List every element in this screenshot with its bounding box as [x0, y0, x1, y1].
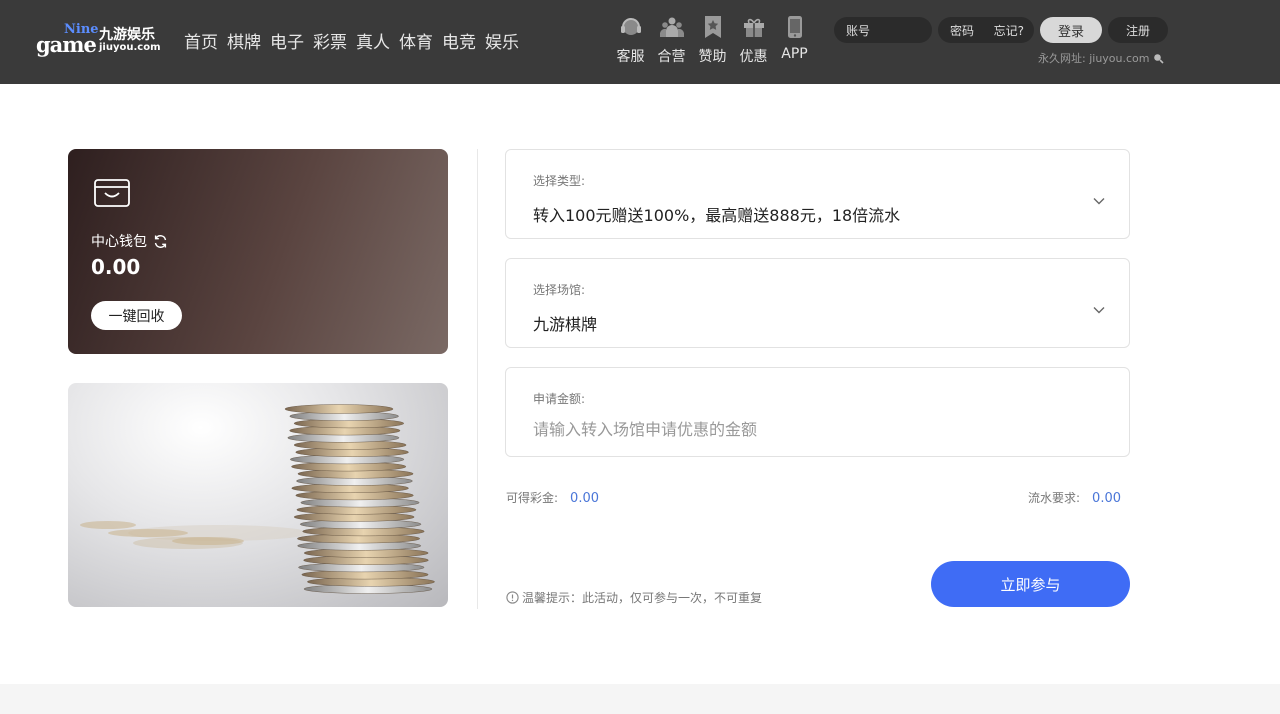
venue-select-value: 九游棋牌 — [533, 315, 598, 334]
people-icon — [659, 14, 684, 40]
quick-link-label: 客服 — [616, 49, 645, 65]
logo-domain: jiuyou.com — [99, 42, 161, 53]
footer-band — [0, 684, 1280, 714]
bookmark-star-icon — [701, 14, 725, 40]
nav-item-live[interactable]: 真人 — [356, 28, 390, 53]
amount-field: 申请金额: — [505, 367, 1130, 457]
amount-input[interactable] — [533, 416, 1093, 442]
nav-item-slots[interactable]: 电子 — [270, 28, 304, 53]
quick-link-promo[interactable]: 优惠 — [733, 14, 774, 66]
type-select-value: 转入100元赠送100%，最高赠送888元，18倍流水 — [533, 206, 901, 225]
gift-icon — [742, 14, 766, 40]
permanent-url: 永久网址: jiuyou.com — [1038, 50, 1164, 66]
amount-field-label: 申请金额: — [533, 392, 586, 406]
phone-icon — [783, 14, 807, 40]
quick-link-sponsor[interactable]: 赞助 — [692, 14, 733, 66]
main-nav: 首页 棋牌 电子 彩票 真人 体育 电竞 娱乐 — [184, 28, 528, 53]
headset-icon — [619, 14, 643, 40]
password-placeholder: 密码 — [950, 23, 975, 38]
quick-link-partner[interactable]: 合营 — [651, 14, 692, 66]
account-placeholder: 账号 — [846, 23, 871, 38]
wallet-amount: 0.00 — [91, 255, 141, 279]
chevron-down-icon — [1093, 190, 1105, 209]
nav-item-home[interactable]: 首页 — [184, 28, 218, 53]
venue-select-label: 选择场馆: — [533, 283, 586, 297]
turnover-stat: 流水要求: 0.00 — [1028, 489, 1121, 506]
coins-stack-illustration — [80, 404, 435, 594]
column-divider — [477, 149, 478, 609]
quick-link-label: 合营 — [657, 49, 686, 65]
quick-links: 客服 合营 赞助 优惠 APP — [610, 14, 815, 66]
quick-link-label: 赞助 — [698, 49, 727, 65]
join-now-button[interactable]: 立即参与 — [931, 561, 1130, 607]
coins-banner-image — [68, 383, 448, 607]
login-bar: 账号 密码 忘记? 登录 注册 — [834, 17, 1168, 43]
nav-item-entertainment[interactable]: 娱乐 — [485, 28, 519, 53]
account-input[interactable]: 账号 — [834, 17, 932, 43]
logo-nine-text: Nine — [64, 22, 99, 37]
register-button[interactable]: 注册 — [1108, 17, 1168, 43]
type-select[interactable]: 选择类型: 转入100元赠送100%，最高赠送888元，18倍流水 — [505, 149, 1130, 239]
bonus-stat: 可得彩金: 0.00 — [506, 489, 599, 506]
quick-link-app[interactable]: APP — [774, 14, 815, 66]
refresh-icon[interactable] — [153, 234, 168, 249]
tip-text: 温馨提示：此活动，仅可参与一次，不可重复 — [522, 591, 763, 605]
nav-item-lottery[interactable]: 彩票 — [313, 28, 347, 53]
logo-name-cn: 九游娱乐 — [99, 27, 155, 43]
quick-link-service[interactable]: 客服 — [610, 14, 651, 66]
nav-item-sports[interactable]: 体育 — [399, 28, 433, 53]
wallet-icon — [94, 179, 130, 211]
nav-item-chess[interactable]: 棋牌 — [227, 28, 261, 53]
wallet-card: 中心钱包 0.00 一键回收 — [68, 149, 448, 354]
recall-all-button[interactable]: 一键回收 — [91, 301, 182, 330]
header: game Nine 九游娱乐 jiuyou.com 首页 棋牌 电子 彩票 真人… — [0, 0, 1280, 84]
permanent-url-text: 永久网址: jiuyou.com — [1038, 52, 1150, 65]
site-logo[interactable]: game Nine 九游娱乐 jiuyou.com — [36, 22, 164, 60]
login-button[interactable]: 登录 — [1040, 17, 1102, 43]
forgot-password-link[interactable]: 忘记? — [994, 22, 1024, 39]
search-icon — [1153, 53, 1164, 64]
bonus-value: 0.00 — [570, 491, 599, 506]
turnover-label: 流水要求: — [1028, 491, 1081, 505]
chevron-down-icon — [1093, 299, 1105, 318]
turnover-value: 0.00 — [1092, 491, 1121, 506]
quick-link-label: 优惠 — [739, 49, 768, 65]
nav-item-esports[interactable]: 电竞 — [442, 28, 476, 53]
venue-select[interactable]: 选择场馆: 九游棋牌 — [505, 258, 1130, 348]
password-input[interactable]: 密码 忘记? — [938, 17, 1034, 43]
quick-link-label: APP — [781, 46, 808, 62]
wallet-label: 中心钱包 — [91, 234, 147, 250]
wallet-label-row: 中心钱包 — [91, 231, 168, 251]
type-select-label: 选择类型: — [533, 174, 586, 188]
bonus-label: 可得彩金: — [506, 491, 559, 505]
tip-note: 温馨提示：此活动，仅可参与一次，不可重复 — [506, 589, 762, 606]
info-circle-icon — [506, 591, 519, 604]
